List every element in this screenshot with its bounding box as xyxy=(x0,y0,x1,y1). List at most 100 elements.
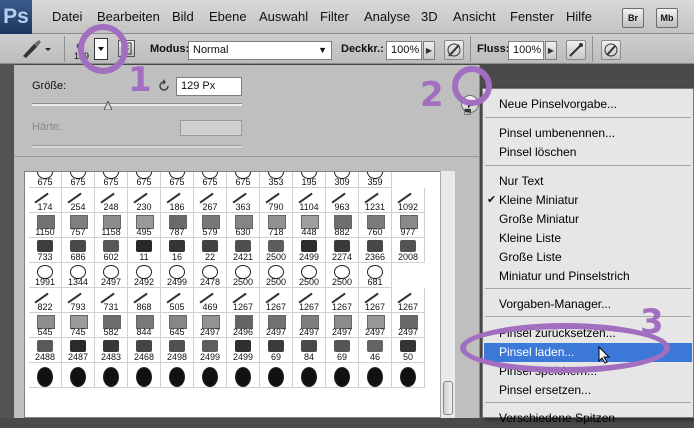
brush-preset-cell[interactable]: 2497 xyxy=(392,313,425,338)
brush-preset-cell[interactable]: 1344 xyxy=(62,263,95,288)
brush-preset-cell[interactable] xyxy=(128,363,161,388)
brush-preset-cell[interactable]: 2500 xyxy=(227,263,260,288)
opacity-slider-toggle[interactable]: ▶ xyxy=(423,41,435,60)
brush-preset-cell[interactable]: 2498 xyxy=(161,338,194,363)
menu-item[interactable]: Kleine Liste xyxy=(499,229,561,248)
brush-preset-cell[interactable]: 882 xyxy=(326,213,359,238)
mode-select[interactable]: Normal ▼ xyxy=(188,41,332,60)
airbrush-icon[interactable] xyxy=(566,40,586,60)
brush-preset-cell[interactable]: 1092 xyxy=(392,188,425,214)
flow-field[interactable]: 100% xyxy=(508,41,544,60)
pressure-size-icon[interactable] xyxy=(601,40,621,60)
brush-preset-cell[interactable]: 2497 xyxy=(95,263,128,288)
brush-preset-cell[interactable]: 2274 xyxy=(326,238,359,263)
brush-preset-cell[interactable]: 579 xyxy=(194,213,227,238)
menu-item[interactable]: Neue Pinselvorgabe... xyxy=(499,95,617,114)
menu-hilfe[interactable]: Hilfe xyxy=(566,0,592,34)
brush-preset-cell[interactable]: 248 xyxy=(95,188,128,214)
brush-preset-cell[interactable] xyxy=(161,363,194,388)
brush-preset-cell[interactable]: 2366 xyxy=(359,238,392,263)
brush-preset-cell[interactable]: 174 xyxy=(29,188,62,214)
brush-preset-cell[interactable]: 675 xyxy=(95,172,128,188)
brush-preset-cell[interactable]: 309 xyxy=(326,172,359,188)
brush-preset-cell[interactable]: 2497 xyxy=(326,313,359,338)
brush-preset-cell[interactable]: 2499 xyxy=(293,238,326,263)
menu-item[interactable]: Große Miniatur xyxy=(499,210,579,229)
brush-preset-cell[interactable]: 2500 xyxy=(260,263,293,288)
menu-bild[interactable]: Bild xyxy=(172,0,194,34)
brush-preset-cell[interactable]: 822 xyxy=(29,288,62,314)
menu-datei[interactable]: Datei xyxy=(52,0,82,34)
brush-preset-cell[interactable]: 1150 xyxy=(29,213,62,238)
menu-item[interactable]: Pinsel ersetzen... xyxy=(499,381,591,400)
brush-preset-cell[interactable]: 630 xyxy=(227,213,260,238)
brush-preset-cell[interactable]: 505 xyxy=(161,288,194,314)
brush-preset-cell[interactable]: 2421 xyxy=(227,238,260,263)
reset-size-icon[interactable] xyxy=(157,79,171,93)
brush-preset-cell[interactable] xyxy=(260,363,293,388)
brush-preset-cell[interactable]: 16 xyxy=(161,238,194,263)
brush-preset-cell[interactable]: 2500 xyxy=(326,263,359,288)
brush-tool-preset-icon[interactable] xyxy=(20,39,52,59)
brush-preset-cell[interactable]: 2499 xyxy=(227,338,260,363)
brush-preset-cell[interactable]: 69 xyxy=(260,338,293,363)
brush-preset-cell[interactable]: 760 xyxy=(359,213,392,238)
bridge-icon[interactable]: Br xyxy=(622,8,644,28)
brush-preset-cell[interactable]: 2500 xyxy=(293,263,326,288)
brush-preset-cell[interactable]: 1267 xyxy=(359,288,392,314)
brush-preset-cell[interactable]: 963 xyxy=(326,188,359,214)
brush-preset-cell[interactable]: 195 xyxy=(293,172,326,188)
menu-fenster[interactable]: Fenster xyxy=(510,0,554,34)
menu-item[interactable]: Kleine Miniatur xyxy=(499,191,578,210)
brush-preset-cell[interactable]: 1991 xyxy=(29,263,62,288)
brush-preset-cell[interactable]: 495 xyxy=(128,213,161,238)
brush-preset-cell[interactable]: 267 xyxy=(194,188,227,214)
brush-preset-cell[interactable]: 1158 xyxy=(95,213,128,238)
size-field[interactable]: 129 Px xyxy=(176,77,242,96)
brush-preset-cell[interactable]: 681 xyxy=(359,263,392,288)
brush-preset-cell[interactable]: 2496 xyxy=(227,313,260,338)
brush-preset-cell[interactable] xyxy=(359,363,392,388)
brush-preset-cell[interactable]: 977 xyxy=(392,213,425,238)
menu-ansicht[interactable]: Ansicht xyxy=(453,0,496,34)
brush-preset-cell[interactable]: 787 xyxy=(161,213,194,238)
brush-grid-scrollbar[interactable] xyxy=(440,171,455,418)
brush-preset-cell[interactable]: 230 xyxy=(128,188,161,214)
brush-preset-cell[interactable]: 675 xyxy=(29,172,62,188)
brush-preset-cell[interactable] xyxy=(227,363,260,388)
brush-preset-cell[interactable]: 1267 xyxy=(326,288,359,314)
brush-preset-cell[interactable]: 2487 xyxy=(62,338,95,363)
mini-bridge-icon[interactable]: Mb xyxy=(656,8,678,28)
brush-preset-cell[interactable]: 2497 xyxy=(359,313,392,338)
brush-preset-cell[interactable]: 2492 xyxy=(128,263,161,288)
brush-preset-cell[interactable] xyxy=(194,363,227,388)
brush-preset-cell[interactable]: 2483 xyxy=(95,338,128,363)
brush-preset-cell[interactable]: 602 xyxy=(95,238,128,263)
menu-item[interactable]: Pinsel löschen xyxy=(499,143,576,162)
brush-preset-cell[interactable]: 675 xyxy=(194,172,227,188)
brush-preset-cell[interactable]: 2499 xyxy=(194,338,227,363)
brush-preset-cell[interactable]: 868 xyxy=(128,288,161,314)
brush-preset-cell[interactable]: 1267 xyxy=(260,288,293,314)
brush-preset-cell[interactable]: 84 xyxy=(293,338,326,363)
brush-preset-cell[interactable]: 545 xyxy=(29,313,62,338)
brush-preset-cell[interactable]: 675 xyxy=(227,172,260,188)
brush-preset-cell[interactable] xyxy=(293,363,326,388)
brush-preset-cell[interactable] xyxy=(392,363,425,388)
size-slider-track[interactable] xyxy=(32,103,242,106)
brush-preset-cell[interactable] xyxy=(62,363,95,388)
brush-preset-cell[interactable]: 793 xyxy=(62,288,95,314)
brush-preset-cell[interactable] xyxy=(29,363,62,388)
menu-item[interactable]: Verschiedene Spitzen xyxy=(499,409,615,428)
brush-preset-cell[interactable]: 22 xyxy=(194,238,227,263)
brush-preset-cell[interactable]: 2478 xyxy=(194,263,227,288)
brush-preset-cell[interactable]: 2468 xyxy=(128,338,161,363)
brush-preset-cell[interactable]: 582 xyxy=(95,313,128,338)
brush-preset-cell[interactable]: 1267 xyxy=(293,288,326,314)
brush-preset-cell[interactable]: 645 xyxy=(161,313,194,338)
menu-item[interactable]: Vorgaben-Manager... xyxy=(499,295,611,314)
brush-preset-cell[interactable]: 844 xyxy=(128,313,161,338)
brush-preset-cell[interactable]: 2500 xyxy=(260,238,293,263)
brush-preset-cell[interactable]: 675 xyxy=(62,172,95,188)
menu-item[interactable]: Miniatur und Pinselstrich xyxy=(499,267,630,286)
